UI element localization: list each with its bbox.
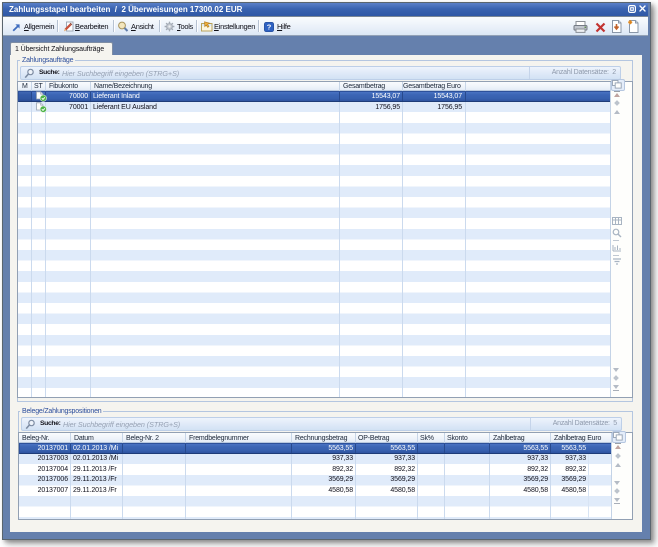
svg-text:?: ? (267, 23, 272, 32)
